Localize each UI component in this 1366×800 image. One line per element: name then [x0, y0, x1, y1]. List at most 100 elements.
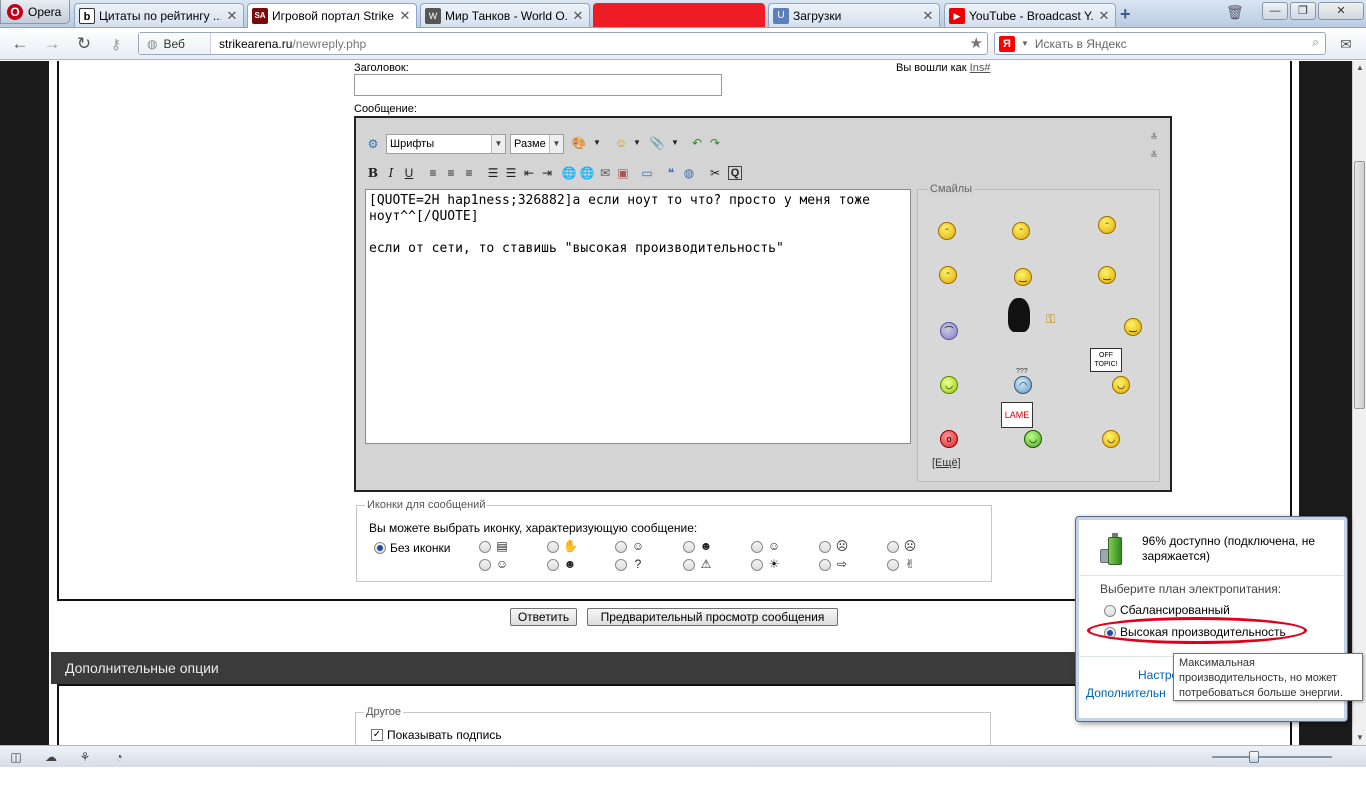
close-tab-icon[interactable]: ✕ — [1097, 8, 1111, 24]
zoom-slider-knob[interactable] — [1249, 751, 1259, 763]
close-window-button[interactable]: ✕ — [1318, 2, 1364, 20]
smilie-lame-icon[interactable]: ◡ — [1024, 430, 1042, 448]
scrollbar-thumb[interactable] — [1354, 161, 1365, 409]
tab-redacted[interactable] — [593, 3, 765, 27]
icon-radio[interactable] — [683, 559, 695, 571]
align-center-icon[interactable]: ≡ — [442, 164, 460, 182]
icon-radio[interactable] — [615, 541, 627, 553]
insert-image-icon[interactable]: ▣ — [614, 164, 632, 182]
icon-radio[interactable] — [479, 541, 491, 553]
opera-menu-button[interactable]: O Opera — [0, 0, 70, 24]
icon-radio[interactable] — [751, 541, 763, 553]
icon-radio[interactable] — [547, 541, 559, 553]
icon-radio[interactable] — [547, 559, 559, 571]
username-link[interactable]: Ins# — [970, 62, 991, 74]
chevron-down-icon[interactable]: ▼ — [628, 134, 646, 152]
key-icon[interactable]: ⚷ — [104, 33, 128, 55]
address-bar[interactable]: ◍ Веб strikearena.ru/newreply.php ★ — [138, 32, 988, 55]
align-left-icon[interactable]: ≡ — [424, 164, 442, 182]
icon-radio[interactable] — [615, 559, 627, 571]
show-signature-checkbox[interactable]: ✓ — [371, 729, 383, 741]
scroll-up-icon[interactable]: ▲ — [1356, 63, 1364, 72]
smilie-smile-icon[interactable]: ‿ — [1014, 268, 1032, 286]
icon-radio[interactable] — [819, 541, 831, 553]
new-tab-plus-icon[interactable]: + — [1120, 4, 1131, 25]
font-select[interactable]: Шрифты ▼ — [386, 134, 506, 154]
panel-toggle-icon[interactable]: ◫ — [8, 749, 24, 765]
icon-radio[interactable] — [819, 559, 831, 571]
chevron-down-icon[interactable]: ▼ — [1021, 39, 1029, 48]
close-tab-icon[interactable]: ✕ — [571, 8, 585, 24]
scroll-down-icon[interactable]: ▼ — [1356, 733, 1364, 742]
smilie-gun-icon[interactable]: ᵔ — [1012, 222, 1030, 240]
smilie-vacuum-icon[interactable]: ‿ — [1124, 318, 1142, 336]
size-select[interactable]: Разме ▼ — [510, 134, 564, 154]
title-input[interactable] — [354, 74, 722, 96]
align-right-icon[interactable]: ≡ — [460, 164, 478, 182]
tab-youtube[interactable]: ▶ YouTube - Broadcast Y... ✕ — [944, 3, 1116, 27]
undo-icon[interactable]: ↶ — [688, 134, 706, 152]
zoom-slider[interactable] — [1212, 751, 1332, 763]
hide-text-icon[interactable]: Q — [728, 166, 742, 180]
search-icon[interactable]: ⌕ — [1312, 35, 1319, 50]
remove-link-icon[interactable]: 🌐 — [578, 164, 596, 182]
url-text[interactable]: strikearena.ru/newreply.php — [211, 37, 366, 51]
icon-radio[interactable] — [887, 541, 899, 553]
italic-icon[interactable]: I — [382, 164, 400, 182]
insert-link-icon[interactable]: 🌐 — [560, 164, 578, 182]
smilie-salute-icon[interactable]: ᵔ — [1098, 216, 1116, 234]
smilie-offtopic-icon[interactable]: ◡ — [1112, 376, 1130, 394]
site-info-button[interactable]: ◍ Веб — [139, 33, 211, 54]
smilies-more-link[interactable]: [Ещё] — [932, 457, 961, 469]
wrap-quote-icon[interactable]: ❝ — [662, 164, 680, 182]
smilie-key-icon[interactable]: ⚿ — [1046, 312, 1055, 327]
smilie-penguin-icon[interactable] — [1008, 298, 1030, 332]
smilie-confused-icon[interactable]: ◠ — [1014, 376, 1032, 394]
email-link-icon[interactable]: ✉ — [596, 164, 614, 182]
smilie-icon[interactable]: ᵔ — [938, 222, 956, 240]
turbo-cloud-icon[interactable]: ☁ — [43, 749, 59, 765]
bold-icon[interactable]: B — [364, 164, 382, 182]
more-power-options-link[interactable]: Дополнительн — [1086, 686, 1166, 700]
smilie-sad-icon[interactable]: ⌒ — [940, 322, 958, 340]
text-color-icon[interactable]: 🎨 — [570, 134, 588, 152]
reload-icon[interactable]: ↻ — [72, 33, 96, 55]
tab-quotes[interactable]: b Цитаты по рейтингу .... ✕ — [74, 3, 244, 27]
smilie-lame-sign[interactable]: LAME — [1001, 402, 1033, 428]
message-textarea[interactable]: [QUOTE=2H hap1ness;326882]а если ноут то… — [365, 189, 911, 444]
maximize-button[interactable]: ❐ — [1290, 2, 1316, 20]
minimize-button[interactable]: — — [1262, 2, 1288, 20]
insert-video-icon[interactable]: ▭ — [638, 164, 656, 182]
icon-radio[interactable] — [479, 559, 491, 571]
chevron-down-icon[interactable]: ▼ — [588, 134, 606, 152]
mail-icon[interactable]: ✉ — [1334, 33, 1358, 55]
smilie-icon[interactable]: ᵔ — [939, 266, 957, 284]
wrap-code-icon[interactable]: ◍ — [680, 164, 698, 182]
smilie-cool-icon[interactable]: ◡ — [1102, 430, 1120, 448]
plan-balanced-label[interactable]: Сбалансированный — [1120, 603, 1230, 617]
back-arrow-icon[interactable]: ← — [8, 33, 32, 55]
speed-dial-icon[interactable]: ◔ — [111, 749, 127, 765]
collapse-icon[interactable]: ≚ — [1145, 128, 1163, 146]
no-icon-radio[interactable] — [374, 542, 386, 554]
smilie-offtopic-sign[interactable]: OFF TOPIC! — [1090, 348, 1122, 372]
close-tab-icon[interactable]: ✕ — [921, 8, 935, 24]
search-input[interactable]: Я ▼ Искать в Яндекс ⌕ — [994, 32, 1326, 55]
icon-radio[interactable] — [887, 559, 899, 571]
close-tab-icon[interactable]: ✕ — [398, 8, 412, 24]
underline-icon[interactable]: U — [400, 164, 418, 182]
unordered-list-icon[interactable]: ☰ — [502, 164, 520, 182]
unite-icon[interactable]: ⚘ — [77, 749, 93, 765]
switch-editor-icon[interactable]: ⚙ — [364, 135, 382, 153]
reply-button[interactable]: Ответить — [510, 608, 577, 626]
tab-strikearena[interactable]: SA Игровой портал Strike... ✕ — [247, 3, 417, 28]
forward-arrow-icon[interactable]: → — [40, 33, 64, 55]
indent-icon[interactable]: ⇥ — [538, 164, 556, 182]
cut-icon[interactable]: ✂ — [706, 164, 724, 182]
preview-button[interactable]: Предварительный просмотр сообщения — [587, 608, 838, 626]
icon-radio[interactable] — [683, 541, 695, 553]
chevron-down-icon[interactable]: ▼ — [666, 134, 684, 152]
tab-world-of-tanks[interactable]: W Мир Танков - World O... ✕ — [420, 3, 590, 27]
plan-balanced-radio[interactable] — [1104, 605, 1116, 617]
outdent-icon[interactable]: ⇤ — [520, 164, 538, 182]
